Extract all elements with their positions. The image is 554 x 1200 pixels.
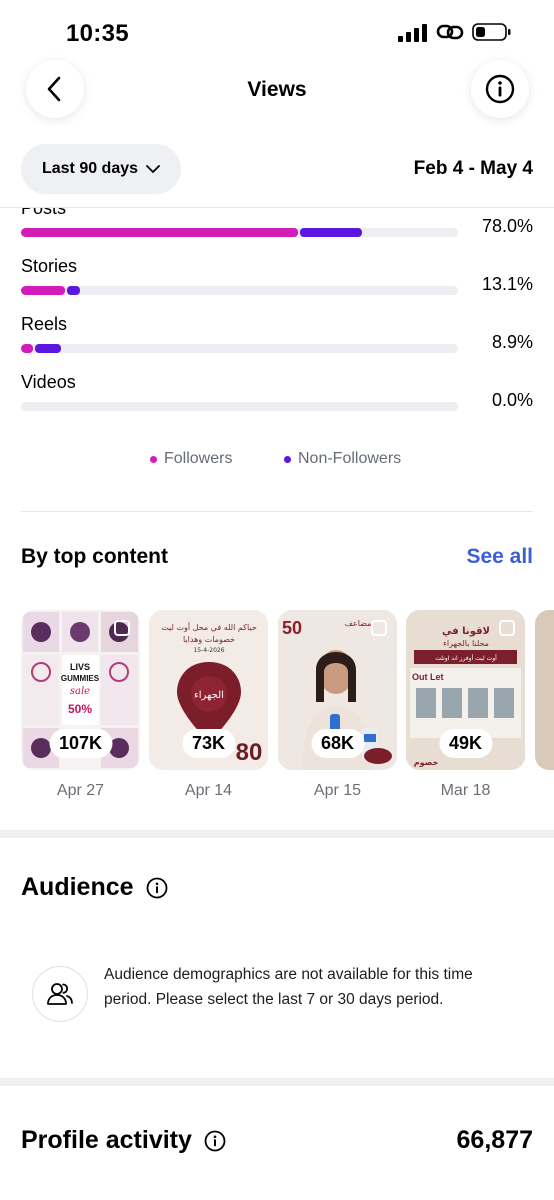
svg-text:حياكم الله في محل أوت ليت: حياكم الله في محل أوت ليت [161,622,257,632]
chevron-down-icon [146,164,160,173]
legend: Followers Non-Followers [0,450,554,474]
audience-header: Audience [21,873,168,902]
svg-text:80: 80 [236,739,263,766]
svg-text:sale: sale [70,686,90,697]
followers-segment [21,228,299,237]
reel-icon [499,620,515,636]
breakdown-label: Videos [21,372,76,392]
content-date: Mar 18 [440,782,491,799]
people-icon [47,983,73,1005]
date-range-text: Feb 4 - May 4 [413,158,533,179]
followers-segment [21,286,65,295]
content-thumbnail-image: لاقونا في محلنا بالجهراء أوت ليت أوفرز ا… [406,610,525,770]
info-icon[interactable] [204,1130,226,1152]
view-count: 107K [48,729,113,758]
breakdown-percent: 78.0% [481,216,533,236]
content-thumbnail-image: LIVS GUMMIES sale 50% 107K [21,610,140,770]
non-followers-segment [300,228,362,237]
non-followers-segment [34,344,62,353]
legend-label: Non-Followers [298,450,402,467]
top-content-carousel[interactable]: LIVS GUMMIES sale 50% 107K Apr 27 حياكم … [21,610,554,810]
svg-text:Out Let: Out Let [412,672,444,682]
info-button[interactable] [471,60,529,118]
svg-text:15-4-2026: 15-4-2026 [193,647,224,654]
section-divider [0,1078,554,1086]
svg-text:الجهراء: الجهراء [194,690,224,701]
content-thumbnail-image: 50 مضاعف 68K [278,610,397,770]
followers-segment [21,344,33,353]
legend-label: Followers [164,450,233,467]
section-divider [0,830,554,838]
breakdown-percent: 8.9% [491,332,533,352]
svg-text:مضاعف: مضاعف [345,619,372,628]
top-content-title: By top content [21,545,168,568]
non-followers-segment [66,286,80,295]
followers-dot-icon [150,455,157,463]
content-date: Apr 15 [313,782,362,799]
signal-icon [398,24,427,42]
content-thumbnail-partial[interactable] [535,610,554,770]
header: Views [0,60,554,120]
content-thumbnail[interactable]: 50 مضاعف 68K Apr 15 [278,610,397,800]
audience-people-icon [32,966,88,1022]
status-bar: 10:35 [0,0,554,64]
view-count: 68K [310,729,365,758]
reel-icon [114,620,130,636]
legend-item-non-followers: Non-Followers [284,450,401,468]
view-count: 73K [181,729,236,758]
profile-activity-title: Profile activity [21,1126,192,1154]
content-date: Apr 27 [56,782,105,799]
legend-item-followers: Followers [150,450,232,468]
svg-text:LIVS: LIVS [70,662,90,672]
reel-icon [371,620,387,636]
hotspot-link-icon [436,24,464,40]
breakdown-row-reels: Reels 8.9% [0,314,554,372]
breakdown-bar-track [21,344,458,353]
profile-activity-header: Profile activity [21,1126,226,1155]
content-thumbnail[interactable]: LIVS GUMMIES sale 50% 107K Apr 27 [21,610,140,800]
svg-text:أوت ليت أوفرز اند اوتلت: أوت ليت أوفرز اند اوتلت [435,654,497,662]
audience-title: Audience [21,873,134,901]
breakdown-bar-track [21,228,458,237]
breakdown-row-stories: Stories 13.1% [0,256,554,314]
profile-activity-value: 66,877 [456,1126,533,1154]
svg-text:50: 50 [282,618,302,638]
svg-text:محلنا بالجهراء: محلنا بالجهراء [443,639,489,648]
date-range-dropdown[interactable]: Last 90 days [21,144,181,194]
divider [21,511,533,512]
breakdown-bar-track [21,286,458,295]
svg-text:لاقونا في: لاقونا في [442,626,490,637]
breakdown-row-posts: Posts 78.0% [0,208,554,256]
svg-text:خصومات وهدايا: خصومات وهدايا [183,635,235,644]
svg-text:GUMMIES: GUMMIES [61,674,100,683]
breakdown-percent: 0.0% [491,390,533,410]
svg-text:50%: 50% [68,702,92,716]
see-all-link[interactable]: See all [466,545,533,569]
status-time: 10:35 [66,20,129,47]
non-followers-dot-icon [284,455,291,463]
svg-text:خصوم: خصوم [414,758,439,767]
battery-icon [472,23,511,41]
view-count: 49K [438,729,493,758]
breakdown-row-videos: Videos 0.0% [0,372,554,430]
breakdown-percent: 13.1% [481,274,533,294]
breakdown-label: Stories [21,256,78,276]
info-icon [485,74,515,104]
filter-row: Last 90 days Feb 4 - May 4 [0,144,554,196]
content-thumbnail-image [535,610,554,770]
content-thumbnail-image: حياكم الله في محل أوت ليت خصومات وهدايا … [149,610,268,770]
content-thumbnail[interactable]: لاقونا في محلنا بالجهراء أوت ليت أوفرز ا… [406,610,525,800]
date-range-dropdown-label: Last 90 days [41,160,139,177]
audience-unavailable-message: Audience demographics are not available … [104,966,473,1008]
content-thumbnail[interactable]: حياكم الله في محل أوت ليت خصومات وهدايا … [149,610,268,800]
breakdown-bar-track [21,402,458,411]
breakdown-label: Posts [21,208,67,218]
breakdown-label: Reels [21,314,68,334]
content-date: Apr 14 [184,782,233,799]
info-icon[interactable] [146,877,168,899]
